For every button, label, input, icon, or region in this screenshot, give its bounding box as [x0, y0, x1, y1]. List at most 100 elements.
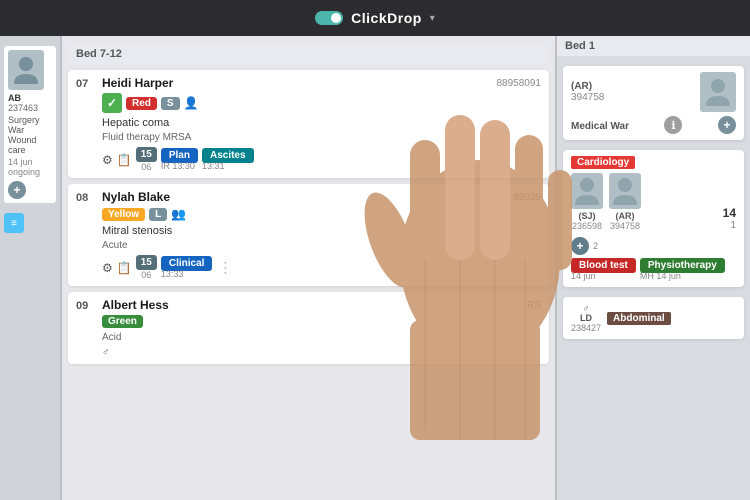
right-abdominal-info: Abdominal	[607, 312, 671, 325]
heidi-task2-block: Ascites 13:31	[202, 149, 254, 171]
heidi-check: ✓	[102, 93, 122, 113]
heidi-person-icon: 👤	[184, 96, 199, 110]
right-p3-id: 394758	[609, 221, 641, 231]
right-cardiology-patients: (SJ) 236598 (AR) 394758 14 1	[571, 173, 736, 231]
nylah-count-sub: 06	[141, 270, 151, 280]
right-blood-task: Blood test 14 jun	[571, 259, 636, 281]
nylah-tag-color: Yellow	[102, 208, 145, 221]
nylah-card-row: 08 Nylah Blake 89039 Yellow L 👥 Mitral s…	[76, 190, 541, 280]
albert-sub-info: Acid	[102, 332, 541, 343]
nylah-id: 89039	[513, 192, 541, 203]
main-screen: ClickDrop ▾ AB 237463 Surgery War Wound …	[0, 0, 750, 500]
right-p1-avatar	[700, 72, 736, 112]
right-ward1: Medical War	[571, 121, 629, 132]
nylah-dots-menu[interactable]: ⋮	[216, 259, 234, 276]
right-ward1-row: Medical War ℹ +	[571, 116, 736, 134]
partial-plus-button[interactable]: +	[8, 181, 26, 199]
bed-header-area: Bed 7-12	[68, 44, 549, 64]
right-task-pills: Blood test 14 jun Physiotherapy MH 14 ju…	[571, 259, 736, 281]
heidi-card-main: Heidi Harper 88958091 ✓ Red S 👤 Hepatic …	[102, 76, 541, 172]
heidi-count: 15	[136, 147, 157, 162]
right-p4-id: 238427	[571, 323, 601, 333]
right-p4-gender: ♂	[571, 303, 601, 313]
partial-icon-blue: ≡	[4, 213, 24, 233]
heidi-tasks: ⚙ 📋 15 06 Plan IR 13:30 Ascites 13:31	[102, 147, 541, 172]
right-plus-cardio[interactable]: +	[571, 237, 589, 255]
right-bed-header-area: Bed 1	[557, 36, 750, 56]
nylah-diagnosis: Mitral stenosis	[102, 225, 541, 237]
right-p3-initials: (AR)	[609, 211, 641, 221]
toggle-switch[interactable]	[315, 11, 343, 25]
albert-name: Albert Hess	[102, 298, 169, 312]
albert-bottom-row: ♂	[102, 347, 541, 358]
top-bar-center: ClickDrop ▾	[315, 10, 435, 26]
nylah-name: Nylah Blake	[102, 190, 170, 204]
right-ward1-icon: ℹ	[664, 116, 682, 134]
right-p2-initials: (SJ)	[571, 211, 603, 221]
right-patient-card-1: (AR) 394758 Medical War ℹ +	[563, 66, 744, 140]
heidi-time1: IR 13:30	[161, 161, 198, 171]
nylah-tag-size: L	[149, 208, 167, 221]
nylah-tags: Yellow L 👥	[102, 207, 541, 221]
patient-card-albert: 09 Albert Hess RS Green Acid ♂	[68, 292, 549, 364]
nylah-bed-num: 08	[76, 190, 98, 204]
heidi-tag-color: Red	[126, 97, 157, 110]
heidi-id: 88958091	[497, 78, 542, 89]
app-title: ClickDrop	[351, 10, 422, 26]
albert-header: Albert Hess RS	[102, 298, 541, 312]
right-abdominal-tag: Abdominal	[607, 312, 671, 325]
albert-card-row: 09 Albert Hess RS Green Acid ♂	[76, 298, 541, 358]
patient-card-heidi: 07 Heidi Harper 88958091 ✓ Red S 👤 Hepat…	[68, 70, 549, 178]
nylah-tasks: ⚙ 📋 15 06 Clinical 13:33 ⋮	[102, 255, 541, 280]
right-cardio-tasks: + 2	[571, 237, 736, 255]
dropdown-arrow-icon[interactable]: ▾	[430, 13, 435, 24]
left-partial-strip: AB 237463 Surgery War Wound care 14 jun …	[0, 36, 62, 500]
right-physio-task: Physiotherapy MH 14 jun	[640, 259, 725, 281]
albert-bed-num: 09	[76, 298, 98, 312]
nylah-sub-info: Acute	[102, 240, 541, 251]
albert-id: RS	[527, 300, 541, 311]
partial-id: 237463	[8, 103, 52, 113]
right-p1-initials: (AR)	[571, 81, 696, 92]
right-cardiology-card: Cardiology (SJ) 236598	[563, 150, 744, 287]
partial-patient-card: AB 237463 Surgery War Wound care 14 jun …	[4, 46, 56, 203]
heidi-count-block: 15 06	[136, 147, 157, 172]
partial-label: ongoing	[8, 167, 52, 177]
top-bar: ClickDrop ▾	[0, 0, 750, 36]
right-p1-row: (AR) 394758	[571, 72, 736, 112]
albert-tag-color: Green	[102, 315, 143, 328]
nylah-header: Nylah Blake 89039	[102, 190, 541, 204]
partial-time: 14 jun	[8, 157, 52, 167]
right-p3-avatar	[609, 173, 641, 209]
heidi-bed-num: 07	[76, 76, 98, 90]
right-cardiology-tag: Cardiology	[571, 156, 635, 169]
right-p2-avatar	[571, 173, 603, 209]
right-p4-block: ♂ LD 238427	[571, 303, 601, 333]
nylah-card-main: Nylah Blake 89039 Yellow L 👥 Mitral sten…	[102, 190, 541, 280]
right-abdominal-card: ♂ LD 238427 Abdominal	[563, 297, 744, 339]
right-bed-header: Bed 1	[565, 40, 595, 52]
main-content-area: Bed 7-12 07 Heidi Harper 88958091 ✓ Red …	[62, 36, 555, 500]
right-p2-id: 236598	[571, 221, 603, 231]
bed-header: Bed 7-12	[76, 48, 122, 60]
nylah-people-icon: 👥	[171, 207, 186, 221]
heidi-tag-size: S	[161, 97, 180, 110]
partial-ward: Surgery War	[8, 115, 52, 135]
albert-card-main: Albert Hess RS Green Acid ♂	[102, 298, 541, 358]
right-ward1-plus[interactable]: +	[718, 116, 736, 134]
heidi-diagnosis: Hepatic coma	[102, 117, 541, 129]
heidi-task1-block: Plan IR 13:30	[161, 149, 198, 171]
heidi-header: Heidi Harper 88958091	[102, 76, 541, 90]
nylah-task1-block: Clinical 13:33	[161, 257, 213, 279]
albert-tags: Green	[102, 315, 541, 328]
nylah-count-block: 15 06	[136, 255, 157, 280]
partial-initials: AB	[8, 93, 52, 103]
nylah-count: 15	[136, 255, 157, 270]
right-cardiology-num: 14 1	[647, 173, 736, 231]
right-p1-id: 394758	[571, 92, 696, 103]
right-abdominal-row: ♂ LD 238427 Abdominal	[571, 303, 736, 333]
heidi-name: Heidi Harper	[102, 76, 173, 90]
partial-avatar	[8, 50, 44, 90]
right-p4-initials: LD	[571, 313, 601, 323]
heidi-count-sub: 06	[141, 162, 151, 172]
